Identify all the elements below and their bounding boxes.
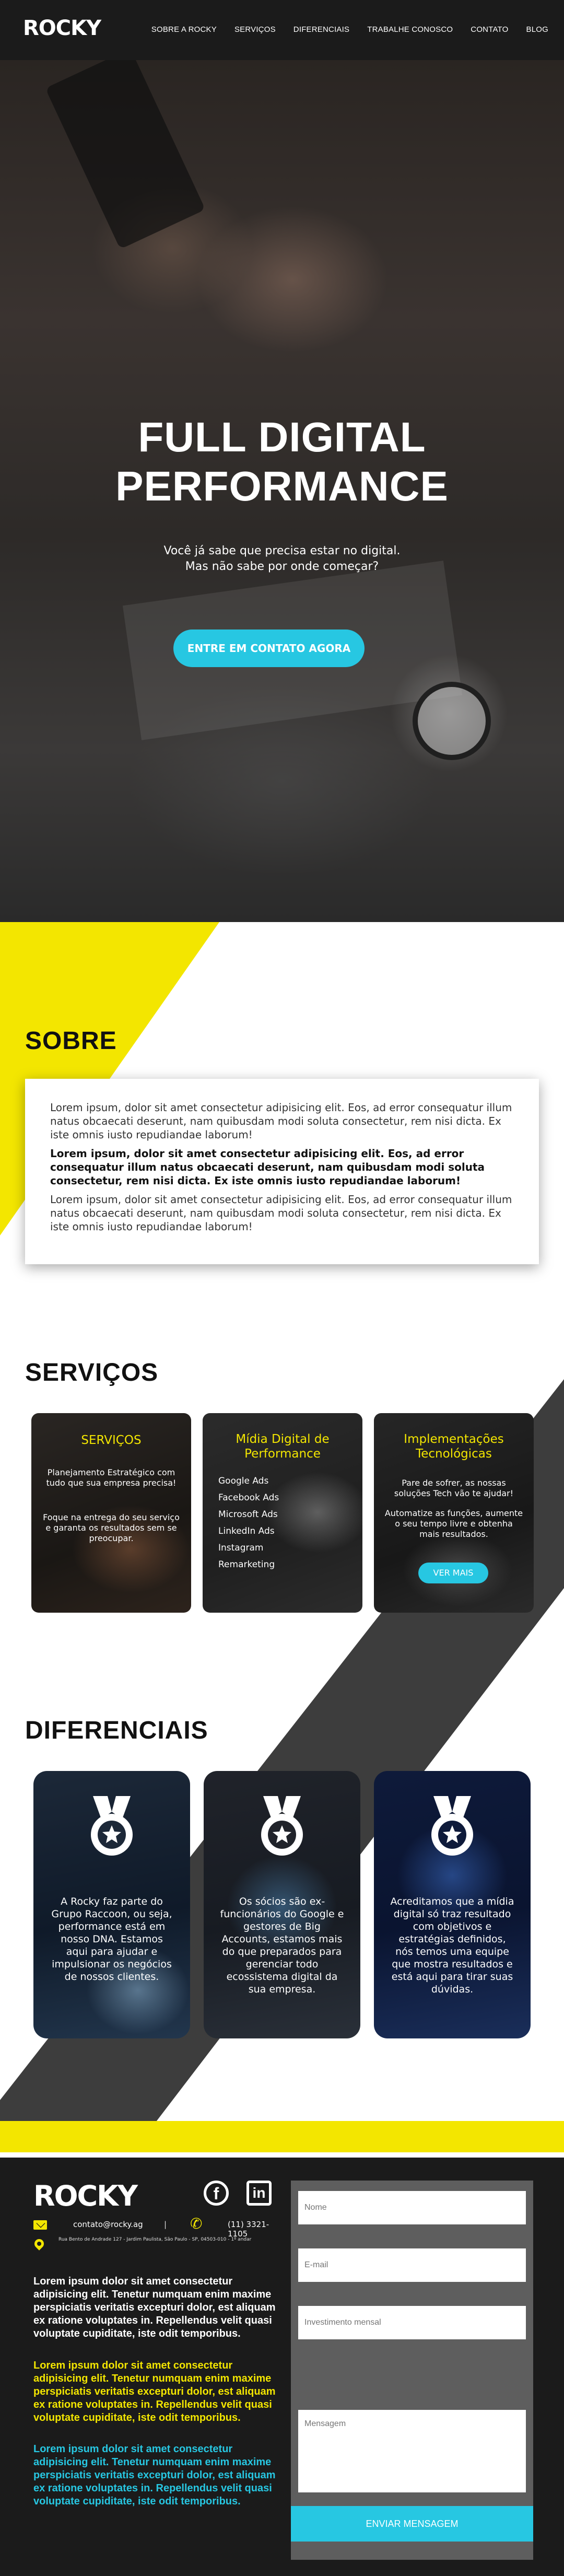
servicos-title: SERVIÇOS (25, 1359, 159, 1386)
servico-card-title: Mídia Digital de Performance (236, 1432, 330, 1461)
servico-card-title: SERVIÇOS (81, 1433, 142, 1447)
servico-card-title: Implementações Tecnológicas (404, 1432, 504, 1461)
linkedin-icon[interactable]: in (246, 2181, 272, 2206)
diferencial-card-socios: Os sócios são ex-funcionários do Google … (204, 1771, 360, 2038)
footer-address: Rua Bento de Andrade 127 - Jardim Paulis… (58, 2237, 252, 2242)
location-pin-icon (32, 2237, 46, 2251)
nav-servicos[interactable]: SERVIÇOS (234, 25, 276, 34)
sobre-card: Lorem ipsum, dolor sit amet consectetur … (25, 1079, 539, 1264)
send-message-button[interactable]: ENVIAR MENSAGEM (291, 2506, 533, 2542)
footer-contact-row: contato@rocky.ag | ✆ (11) 3321-1105 (33, 2215, 284, 2239)
email-input[interactable] (298, 2248, 526, 2282)
footer-text-yellow: Lorem ipsum dolor sit amet consectetur a… (33, 2360, 276, 2423)
footer-phone[interactable]: (11) 3321-1105 (228, 2220, 284, 2239)
hero-bg-watch-shape (413, 682, 491, 760)
phone-icon: ✆ (190, 2215, 203, 2232)
medal-icon (431, 1796, 473, 1856)
footer-email[interactable]: contato@rocky.ag (73, 2220, 143, 2229)
contact-now-button[interactable]: ENTRE EM CONTATO AGORA (173, 630, 365, 667)
sobre-paragraph: Lorem ipsum, dolor sit amet consectetur … (50, 1193, 512, 1233)
hero-subtitle-line1: Você já sabe que precisa estar no digita… (163, 544, 401, 557)
nav-diferenciais[interactable]: DIFERENCIAIS (293, 25, 349, 34)
list-item: LinkedIn Ads (218, 1526, 275, 1536)
hero-subtitle: Você já sabe que precisa estar no digita… (0, 543, 564, 575)
list-item: Remarketing (218, 1559, 275, 1570)
list-item: Facebook Ads (218, 1493, 279, 1503)
hero-title-line1: FULL DIGITAL (138, 414, 426, 460)
main-nav: SOBRE A ROCKY SERVIÇOS DIFERENCIAIS TRAB… (134, 25, 548, 34)
medal-icon (91, 1796, 133, 1856)
nav-contato[interactable]: CONTATO (471, 25, 508, 34)
list-item: Google Ads (218, 1476, 269, 1486)
hero-subtitle-line2: Mas não sabe por onde começar? (185, 560, 379, 573)
top-navbar: ROCKY SOBRE A ROCKY SERVIÇOS DIFERENCIAI… (0, 0, 564, 60)
footer: ROCKY f in contato@rocky.ag | ✆ (11) 332… (0, 2158, 564, 2576)
servico-card-text: Planejamento Estratégico com tudo que su… (46, 1467, 177, 1488)
servico-card-implementacoes: Implementações Tecnológicas Pare de sofr… (374, 1413, 534, 1613)
diferenciais-title: DIFERENCIAIS (25, 1717, 208, 1744)
hero-title: FULL DIGITAL PERFORMANCE (0, 413, 564, 511)
mail-icon (33, 2220, 47, 2230)
diferencial-text: Os sócios são ex-funcionários do Google … (220, 1896, 344, 1995)
diferencial-card-raccoon: A Rocky faz parte do Grupo Raccoon, ou s… (33, 1771, 190, 2038)
hero-title-line2: PERFORMANCE (115, 463, 449, 509)
footer-text-white: Lorem ipsum dolor sit amet consectetur a… (33, 2276, 276, 2339)
ver-mais-button[interactable]: VER MAIS (418, 1563, 488, 1583)
nav-blog[interactable]: BLOG (526, 25, 548, 34)
sobre-title: SOBRE (25, 1027, 117, 1055)
list-item: Microsoft Ads (218, 1509, 278, 1520)
name-input[interactable] (298, 2191, 526, 2224)
hero-bg-phone-shape (45, 60, 206, 250)
servico-card-text: Foque na entrega do seu serviço e garant… (43, 1512, 180, 1543)
footer-text-cyan: Lorem ipsum dolor sit amet consectetur a… (33, 2443, 276, 2507)
servico-card-midia: Mídia Digital de Performance Google Ads … (203, 1413, 362, 1613)
servico-card-planejamento: SERVIÇOS Planejamento Estratégico com tu… (31, 1413, 191, 1613)
rocky-logo[interactable]: ROCKY (23, 18, 101, 39)
footer-separator: | (164, 2220, 167, 2229)
message-textarea[interactable] (298, 2410, 526, 2492)
diferencial-card-resultados: Acreditamos que a mídia digital só traz … (374, 1771, 531, 2038)
contact-form: ENVIAR MENSAGEM (291, 2181, 533, 2560)
diferencial-text: Acreditamos que a mídia digital só traz … (390, 1896, 514, 1995)
midia-list: Google Ads Facebook Ads Microsoft Ads Li… (218, 1473, 279, 1573)
budget-input[interactable] (298, 2306, 526, 2339)
diferencial-text: A Rocky faz parte do Grupo Raccoon, ou s… (51, 1896, 172, 1983)
nav-sobre[interactable]: SOBRE A ROCKY (151, 25, 217, 34)
sobre-paragraph: Lorem ipsum, dolor sit amet consectetur … (50, 1147, 485, 1187)
servico-card-text: Pare de sofrer, as nossas soluções Tech … (394, 1478, 514, 1498)
footer-white-strip (0, 2152, 564, 2158)
nav-trabalhe-conosco[interactable]: TRABALHE CONOSCO (367, 25, 453, 34)
footer-yellow-band (0, 2121, 564, 2152)
medal-icon (261, 1796, 303, 1856)
list-item: Instagram (218, 1543, 264, 1553)
facebook-icon[interactable]: f (204, 2181, 229, 2206)
footer-logo[interactable]: ROCKY (33, 2179, 138, 2212)
hero-section: FULL DIGITAL PERFORMANCE Você já sabe qu… (0, 60, 564, 922)
sobre-paragraph: Lorem ipsum, dolor sit amet consectetur … (50, 1101, 512, 1141)
servico-card-text: Automatize as funções, aumente o seu tem… (384, 1508, 523, 1539)
